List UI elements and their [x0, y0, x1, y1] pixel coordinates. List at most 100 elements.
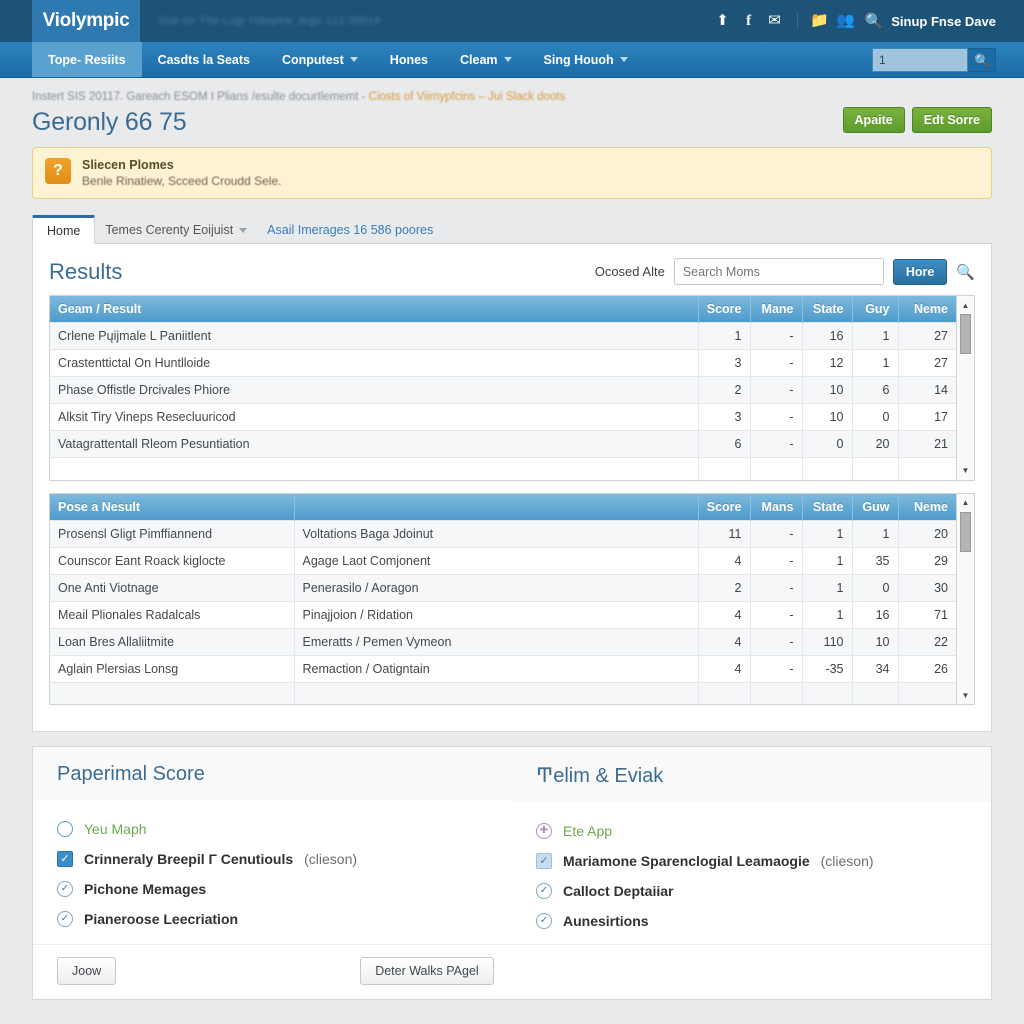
list-item[interactable]: ✓ Pianeroose Leecriation [57, 904, 488, 934]
nav-item-label: Cleam [460, 52, 498, 67]
col-guw[interactable]: Guw [852, 493, 899, 520]
breadcrumb-link[interactable]: Ciosts of Viirnypfcins – Jui Slack doots [369, 91, 566, 103]
chevron-down-icon [349, 57, 358, 62]
cell-score: 3 [698, 403, 751, 431]
approve-button[interactable]: Apaite [842, 107, 905, 133]
col-mans[interactable]: Mans [750, 493, 803, 520]
cell-score: 4 [698, 546, 751, 574]
results-search-button[interactable]: Hore [892, 258, 948, 285]
table-row[interactable]: Meail Plionales Radalcals Pinajjoion / R… [50, 600, 956, 628]
scroll-down-icon[interactable]: ▼ [957, 464, 974, 478]
table-row[interactable]: Phase Offistle Drcivales Phiore 2 - 10 6… [50, 376, 956, 404]
bottom-left-body: Yeu Maph ✓ Crinneraly Breepil Γ Cenutiou… [33, 800, 512, 942]
cell-guw: 16 [852, 600, 899, 628]
cell-guy: 20 [852, 430, 899, 458]
table-row[interactable]: Crlene Pųĳmale L Paniitlent 1 - 16 1 27 [50, 322, 956, 350]
table-row[interactable]: Aglain Plersias Lonsg Remaction / Oatign… [50, 654, 956, 682]
results-search-label: Ocosed Alte [594, 264, 665, 279]
list-item[interactable]: ✓ Aunesirtions [536, 906, 967, 936]
people-icon[interactable]: 👥 [833, 0, 859, 42]
col-neme[interactable]: Neme [898, 493, 956, 520]
nav-search-button[interactable]: 🔍 [968, 48, 996, 72]
table-row[interactable]: Prosensl Gligt Pimffiannend Voltations B… [50, 519, 956, 547]
join-button[interactable]: Joow [57, 957, 117, 985]
table-1-scrollbar[interactable]: ▲ ▼ [956, 296, 974, 480]
bottom-right-header: Ͳelim & Eviak [512, 747, 991, 802]
folder-icon[interactable]: 📁 [807, 0, 833, 42]
table-row[interactable]: Counscor Eant Roack kiglocte Agage Laot … [50, 546, 956, 574]
col-score[interactable]: Score [698, 296, 751, 323]
tab-link-0[interactable]: Temes Cerenty Eoijuist [95, 217, 257, 243]
col-guy[interactable]: Guy [852, 296, 899, 323]
cell-empty [802, 457, 853, 480]
page-bottom-strip [32, 1000, 992, 1010]
col-mane[interactable]: Mane [750, 296, 803, 323]
table-2-scrollbar[interactable]: ▲ ▼ [956, 493, 974, 704]
cell-score: 4 [698, 654, 751, 682]
tab-home[interactable]: Home [32, 215, 96, 244]
table-row[interactable]: Vatagrattentall Rleom Pesuntiation 6 - 0… [50, 430, 956, 458]
help-icon: ? [45, 158, 71, 184]
results-search-input[interactable] [673, 258, 884, 285]
search-icon[interactable]: 🔍 [865, 12, 884, 30]
col-state[interactable]: State [802, 296, 853, 323]
cell-empty [852, 457, 899, 480]
col-score[interactable]: Score [698, 493, 751, 520]
list-item[interactable]: ✚ Ete App [536, 816, 967, 846]
check-circle-icon: ✓ [57, 881, 73, 897]
search-icon[interactable]: 🔍 [956, 263, 975, 281]
table-row[interactable]: Crastenttictal On Huntlloide 3 - 12 1 27 [50, 349, 956, 377]
list-item-label: Ete App [563, 823, 613, 839]
table-row[interactable]: Loan Bres Allaliitmite Emeratts / Pemen … [50, 627, 956, 655]
cell-mans: - [750, 546, 803, 574]
edit-score-button[interactable]: Edt Sorre [911, 107, 992, 133]
col-name[interactable]: Geam / Result [50, 296, 699, 323]
nav-item-3[interactable]: Hones [374, 42, 444, 77]
table-row[interactable]: One Anti Viotnage Penerasilo / Aoragon 2… [50, 573, 956, 601]
col-neme[interactable]: Neme [898, 296, 956, 323]
cell-mans: - [750, 519, 803, 547]
nav-search-input[interactable] [872, 48, 968, 72]
scroll-up-icon[interactable]: ▲ [957, 496, 974, 510]
chevron-down-icon [239, 227, 248, 233]
col-state[interactable]: State [802, 493, 853, 520]
nav-item-0[interactable]: Tope- Resiits [32, 42, 142, 77]
facebook-icon[interactable]: f [736, 0, 762, 42]
checkbox-filled-icon[interactable]: ✓ [57, 851, 73, 867]
table-row[interactable]: Alksit Tiry Vineps Resecluuricod 3 - 10 … [50, 403, 956, 431]
brand-logo[interactable]: Violympic [32, 0, 140, 42]
cell-guy: 1 [852, 349, 899, 377]
nav-item-1[interactable]: Casdts la Seats [142, 42, 266, 77]
cell-empty [750, 457, 803, 480]
nav-item-2[interactable]: Conputest [266, 42, 374, 77]
tab-link-1[interactable]: Asail Imerages 16 586 poores [257, 217, 443, 243]
list-item-suffix: (clieson) [820, 853, 874, 869]
cell-name: Loan Bres Allaliitmite [50, 627, 295, 655]
list-item[interactable]: ✓ Mariamonе Sparenclogial Leamaogie (cli… [536, 846, 967, 876]
scrollbar-thumb[interactable] [960, 511, 971, 552]
mail-icon[interactable]: ✉ [762, 0, 788, 42]
nav-item-4[interactable]: Cleam [444, 42, 528, 77]
cell-state: 1 [802, 600, 853, 628]
list-item[interactable]: ✓ Pichone Memages [57, 874, 488, 904]
scroll-up-icon[interactable]: ▲ [957, 298, 974, 312]
col-name[interactable]: Pose a Nesult [50, 493, 295, 520]
results-panel: Results Ocosed Alte Hore 🔍 Geam / Result… [32, 244, 992, 732]
nav-item-5[interactable]: Sing Houoh [528, 42, 644, 77]
col-detail[interactable] [294, 493, 699, 520]
list-item[interactable]: ✓ Calloct Deptaiiar [536, 876, 967, 906]
deter-walks-button[interactable]: Deter Walks PAgel [360, 957, 494, 985]
upload-icon[interactable]: ⬆ [710, 0, 736, 42]
list-item-label: Aunesirtions [563, 913, 649, 929]
nav-item-label: Hones [389, 52, 428, 67]
user-menu-label[interactable]: Sinup Fnse Dave [891, 14, 996, 29]
tab-link-label: Asail Imerages 16 586 poores [267, 223, 434, 237]
list-item[interactable]: ✓ Crinneraly Breepil Γ Cenutiouls (clies… [57, 844, 488, 874]
checkbox-pale-icon[interactable]: ✓ [536, 853, 552, 869]
scroll-down-icon[interactable]: ▼ [957, 688, 974, 702]
cell-empty [50, 681, 295, 704]
brand-tagline: Stat on Tho Lugr Hdeplne Jego 113 39019 [158, 15, 381, 27]
results-table-1: Geam / Result Score Mane State Guy Neme … [50, 296, 956, 480]
list-item[interactable]: Yeu Maph [57, 814, 488, 844]
scrollbar-thumb[interactable] [960, 314, 971, 354]
